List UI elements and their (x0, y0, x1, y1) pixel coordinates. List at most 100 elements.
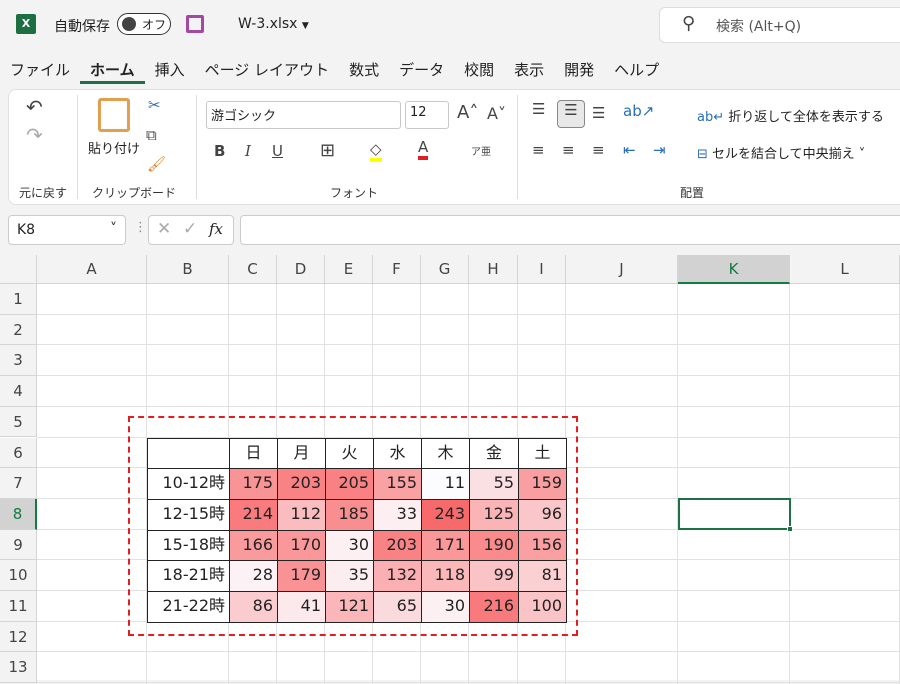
borders-icon[interactable]: ⊞ (320, 140, 335, 161)
decrease-font-icon[interactable]: A˅ (487, 104, 506, 123)
copy-icon[interactable]: ⧉ (146, 126, 157, 144)
value-cell[interactable]: 41 (277, 591, 326, 623)
increase-indent-icon[interactable]: ⇥ (653, 141, 666, 159)
format-painter-icon[interactable]: 🖌 (147, 155, 166, 173)
decrease-indent-icon[interactable]: ⇤ (623, 141, 636, 159)
align-bottom-icon[interactable]: ☰ (592, 104, 605, 122)
paste-icon[interactable] (98, 98, 130, 132)
row-header-5[interactable]: 5 (0, 406, 37, 438)
day-header[interactable]: 月 (277, 437, 326, 470)
time-slot-label[interactable]: 18-21時 (147, 560, 230, 592)
column-header-A[interactable]: A (37, 255, 147, 284)
font-color-icon[interactable]: A (418, 138, 429, 160)
value-cell[interactable]: 159 (518, 468, 567, 500)
underline-button[interactable]: U (272, 142, 283, 160)
row-header-8[interactable]: 8 (0, 498, 37, 530)
day-header[interactable]: 木 (421, 437, 470, 470)
filename[interactable]: W-3.xlsx ▼ (238, 16, 309, 32)
column-header-G[interactable]: G (421, 255, 469, 284)
column-header-J[interactable]: J (566, 255, 678, 284)
day-header[interactable]: 金 (469, 437, 519, 470)
paste-button[interactable]: 貼り付け (88, 138, 140, 157)
value-cell[interactable]: 121 (325, 591, 374, 623)
formula-input[interactable] (240, 215, 900, 245)
row-header-7[interactable]: 7 (0, 468, 37, 499)
wrap-text-button[interactable]: ab↵ 折り返して全体を表示する (697, 106, 884, 125)
row-header-4[interactable]: 4 (0, 376, 37, 407)
align-top-icon[interactable]: ☰ (532, 100, 545, 118)
value-cell[interactable]: 30 (325, 529, 374, 562)
value-cell[interactable]: 243 (421, 498, 470, 531)
day-header[interactable]: 火 (325, 437, 374, 470)
column-header-B[interactable]: B (147, 255, 229, 284)
time-slot-label[interactable]: 10-12時 (147, 468, 230, 500)
column-header-I[interactable]: I (518, 255, 566, 284)
value-cell[interactable]: 216 (469, 591, 519, 623)
phonetic-icon[interactable]: ア亜 (471, 143, 491, 158)
row-header-9[interactable]: 9 (0, 529, 37, 561)
cancel-icon[interactable]: ✕ (157, 219, 171, 239)
tab-data[interactable]: データ (389, 58, 454, 84)
value-cell[interactable]: 170 (277, 529, 326, 562)
tab-formulas[interactable]: 数式 (339, 58, 389, 84)
value-cell[interactable]: 65 (373, 591, 422, 623)
value-cell[interactable]: 205 (325, 468, 374, 500)
value-cell[interactable]: 214 (229, 498, 278, 531)
value-cell[interactable]: 171 (421, 529, 470, 562)
value-cell[interactable]: 81 (518, 560, 567, 592)
orientation-icon[interactable]: ab↗ (623, 102, 654, 120)
value-cell[interactable]: 179 (277, 560, 326, 592)
increase-font-icon[interactable]: A˄ (457, 102, 478, 123)
value-cell[interactable]: 33 (373, 498, 422, 531)
value-cell[interactable]: 99 (469, 560, 519, 592)
value-cell[interactable]: 155 (373, 468, 422, 500)
time-slot-label[interactable]: 15-18時 (147, 529, 230, 562)
row-header-12[interactable]: 12 (0, 621, 37, 653)
column-header-H[interactable]: H (469, 255, 518, 284)
value-cell[interactable]: 35 (325, 560, 374, 592)
active-cell-k8[interactable] (678, 498, 793, 532)
value-cell[interactable]: 112 (277, 498, 326, 531)
fill-color-icon[interactable]: ◇ (370, 140, 382, 162)
value-cell[interactable]: 118 (421, 560, 470, 592)
tab-page-layout[interactable]: ページ レイアウト (195, 58, 339, 84)
value-cell[interactable]: 96 (518, 498, 567, 531)
align-center-icon[interactable]: ≡ (562, 141, 575, 159)
value-cell[interactable]: 55 (469, 468, 519, 500)
redo-icon[interactable]: ↷ (26, 123, 43, 147)
time-slot-label[interactable]: 12-15時 (147, 498, 230, 531)
font-name-select[interactable]: 游ゴシック (206, 101, 401, 129)
italic-button[interactable]: I (245, 142, 251, 160)
align-middle-icon[interactable]: ☰ (557, 100, 585, 128)
value-cell[interactable]: 100 (518, 591, 567, 623)
insert-function-button[interactable]: fx (209, 220, 223, 238)
tab-file[interactable]: ファイル (0, 58, 80, 84)
value-cell[interactable]: 185 (325, 498, 374, 531)
row-header-13[interactable]: 13 (0, 652, 37, 684)
day-header[interactable]: 土 (518, 437, 567, 470)
fill-handle[interactable] (787, 526, 793, 532)
tab-view[interactable]: 表示 (504, 58, 554, 84)
tab-help[interactable]: ヘルプ (604, 58, 669, 84)
value-cell[interactable]: 132 (373, 560, 422, 592)
undo-icon[interactable]: ↶ (26, 95, 43, 119)
column-header-L[interactable]: L (790, 255, 900, 284)
time-slot-label[interactable]: 21-22時 (147, 591, 230, 623)
value-cell[interactable]: 125 (469, 498, 519, 531)
row-header-2[interactable]: 2 (0, 314, 37, 346)
tab-home[interactable]: ホーム (80, 58, 145, 84)
font-size-select[interactable]: 12 (405, 101, 449, 129)
tab-review[interactable]: 校閲 (454, 58, 504, 84)
autosave-toggle[interactable]: オフ (117, 13, 171, 35)
name-box[interactable]: K8 ˅ (8, 215, 126, 245)
value-cell[interactable]: 28 (229, 560, 278, 592)
cut-icon[interactable]: ✂ (148, 96, 161, 114)
value-cell[interactable]: 203 (277, 468, 326, 500)
column-header-F[interactable]: F (373, 255, 421, 284)
align-right-icon[interactable]: ≡ (592, 141, 605, 159)
row-header-10[interactable]: 10 (0, 560, 37, 591)
value-cell[interactable]: 190 (469, 529, 519, 562)
bold-button[interactable]: B (214, 142, 225, 160)
merge-center-button[interactable]: ⊟ セルを結合して中央揃え ˅ (697, 143, 865, 162)
column-header-D[interactable]: D (277, 255, 325, 284)
